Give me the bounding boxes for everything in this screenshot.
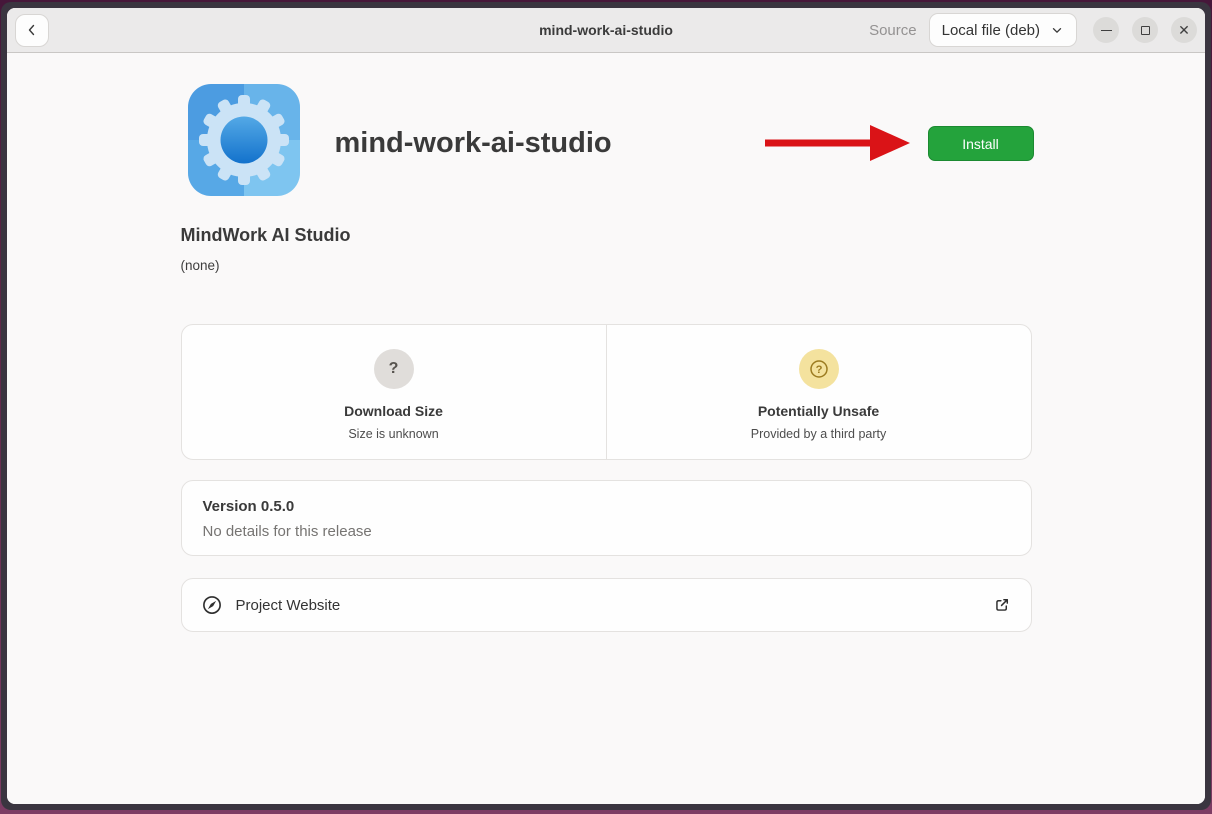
close-icon: ✕ xyxy=(1178,23,1190,37)
download-size-tile: ? Download Size Size is unknown xyxy=(182,325,606,459)
app-window: mind-work-ai-studio Source Local file (d… xyxy=(1,2,1211,810)
red-arrow-annotation xyxy=(765,124,911,162)
install-button[interactable]: Install xyxy=(928,126,1034,161)
minimize-button[interactable] xyxy=(1093,17,1119,43)
question-icon: ? xyxy=(374,349,414,389)
compass-icon xyxy=(202,595,222,615)
website-label: Project Website xyxy=(236,597,341,614)
app-display-name: MindWork AI Studio xyxy=(181,225,351,246)
chevron-down-icon xyxy=(1050,23,1064,37)
project-website-row[interactable]: Project Website xyxy=(181,578,1032,632)
content-area: mind-work-ai-studio Install MindWork AI … xyxy=(7,53,1205,804)
gear-icon xyxy=(188,84,300,196)
app-icon xyxy=(188,84,300,196)
app-license: (none) xyxy=(181,258,220,273)
close-button[interactable]: ✕ xyxy=(1171,17,1197,43)
maximize-button[interactable] xyxy=(1132,17,1158,43)
source-label: Source xyxy=(869,22,917,39)
window-controls: ✕ xyxy=(1093,17,1197,43)
minimize-icon xyxy=(1101,30,1112,31)
context-tiles-card: ? Download Size Size is unknown ? Potent xyxy=(181,324,1032,460)
svg-text:?: ? xyxy=(815,364,822,376)
headerbar: mind-work-ai-studio Source Local file (d… xyxy=(7,8,1205,53)
maximize-icon xyxy=(1141,26,1150,35)
safety-tile[interactable]: ? Potentially Unsafe Provided by a third… xyxy=(606,325,1031,459)
version-card: Version 0.5.0 No details for this releas… xyxy=(181,480,1032,556)
source-dropdown[interactable]: Local file (deb) xyxy=(929,13,1077,47)
tile-title: Download Size xyxy=(344,403,443,419)
page-title: mind-work-ai-studio xyxy=(335,123,612,163)
chevron-left-icon xyxy=(24,22,40,38)
external-link-icon xyxy=(993,596,1011,614)
back-button[interactable] xyxy=(15,14,49,47)
tile-title: Potentially Unsafe xyxy=(758,403,879,419)
circled-question-icon: ? xyxy=(799,349,839,389)
tile-subtitle: Size is unknown xyxy=(348,427,438,441)
version-title: Version 0.5.0 xyxy=(203,498,1010,515)
tile-subtitle: Provided by a third party xyxy=(751,427,887,441)
source-dropdown-value: Local file (deb) xyxy=(942,22,1040,39)
version-subtitle: No details for this release xyxy=(203,523,1010,540)
